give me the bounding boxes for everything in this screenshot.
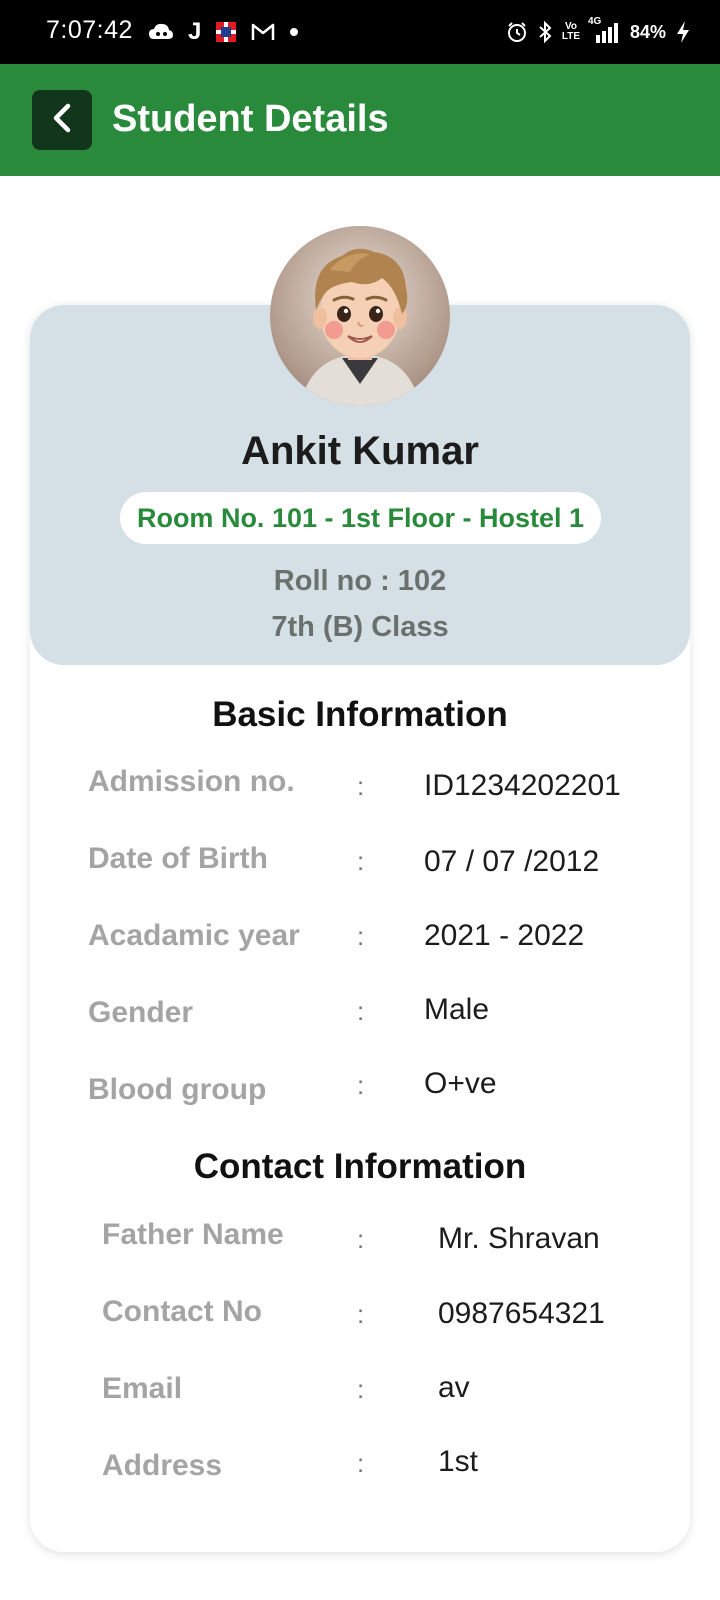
info-separator: : (357, 1448, 365, 1478)
info-value: Mr. Shravan (438, 1222, 600, 1255)
back-button[interactable] (32, 90, 92, 150)
info-row-academic-year: Acadamic year : 2021 - 2022 (30, 919, 690, 959)
info-row-contact-no: Contact No : 0987654321 (30, 1295, 690, 1335)
dot-icon (289, 18, 299, 46)
volte-icon: Vo LTE (561, 21, 581, 42)
info-separator: : (357, 1224, 365, 1254)
info-label: Email (102, 1372, 183, 1405)
info-separator: : (357, 1070, 365, 1100)
info-row-admission: Admission no. : ID1234202201 (30, 765, 690, 805)
j-app-icon: J (188, 18, 202, 45)
network-type-label: 4G (587, 16, 602, 27)
info-value: ID1234202201 (424, 769, 621, 802)
page-title: Student Details (112, 98, 389, 140)
alarm-icon (506, 18, 528, 46)
info-label: Gender (88, 996, 194, 1029)
basic-info-title: Basic Information (212, 695, 508, 734)
student-card: Ankit Kumar Room No. 101 - 1st Floor - H… (30, 305, 690, 1552)
info-label: Admission no. (88, 765, 295, 798)
charging-icon (676, 18, 690, 46)
class-label: 7th (B) Class (271, 611, 449, 643)
roll-number: Roll no : 102 (273, 565, 447, 597)
info-row-blood-group: Blood group : O+ve (30, 1067, 690, 1113)
info-label: Father Name (102, 1218, 284, 1251)
info-value: 1st (438, 1445, 479, 1478)
info-row-email: Email : av (30, 1371, 690, 1412)
bank-app-icon (215, 18, 237, 46)
status-bar: 7:07:42 J Vo LTE 4G 84% (0, 0, 720, 64)
info-separator: : (357, 921, 365, 951)
contact-info-title: Contact Information (193, 1147, 527, 1186)
info-label: Blood group (88, 1073, 267, 1106)
info-label: Contact No (102, 1295, 262, 1328)
info-value: O+ve (424, 1067, 497, 1100)
info-separator: : (357, 771, 365, 801)
chevron-left-icon (50, 103, 74, 138)
info-label: Date of Birth (88, 842, 268, 875)
info-value: 2021 - 2022 (424, 919, 585, 952)
status-time: 7:07:42 (46, 16, 133, 44)
info-row-gender: Gender : Male (30, 993, 690, 1036)
info-label: Address (102, 1449, 223, 1482)
info-value: av (438, 1371, 470, 1404)
info-label: Acadamic year (88, 919, 300, 952)
info-value: 07 / 07 /2012 (424, 845, 600, 878)
info-row-father-name: Father Name : Mr. Shravan (30, 1218, 690, 1258)
room-badge: Room No. 101 - 1st Floor - Hostel 1 (120, 492, 601, 544)
gmail-icon (251, 18, 275, 46)
info-separator: : (357, 1299, 365, 1329)
bluetooth-icon (538, 18, 552, 46)
student-avatar (270, 226, 450, 406)
app-bar: Student Details (0, 64, 720, 176)
battery-percentage: 84% (629, 21, 666, 42)
info-row-dob: Date of Birth : 07 / 07 /2012 (30, 842, 690, 882)
system-icons: Vo LTE 4G 84% (506, 16, 690, 46)
student-name: Ankit Kumar (241, 429, 479, 473)
signal-4g-icon: 4G (587, 16, 620, 46)
info-separator: : (357, 846, 365, 876)
info-separator: : (357, 1374, 365, 1404)
info-separator: : (357, 996, 365, 1026)
info-row-address: Address : 1st (30, 1445, 690, 1489)
cloud-game-icon (148, 18, 174, 46)
info-value: 0987654321 (438, 1297, 605, 1330)
notification-icons: J (148, 18, 299, 46)
info-value: Male (424, 993, 490, 1026)
